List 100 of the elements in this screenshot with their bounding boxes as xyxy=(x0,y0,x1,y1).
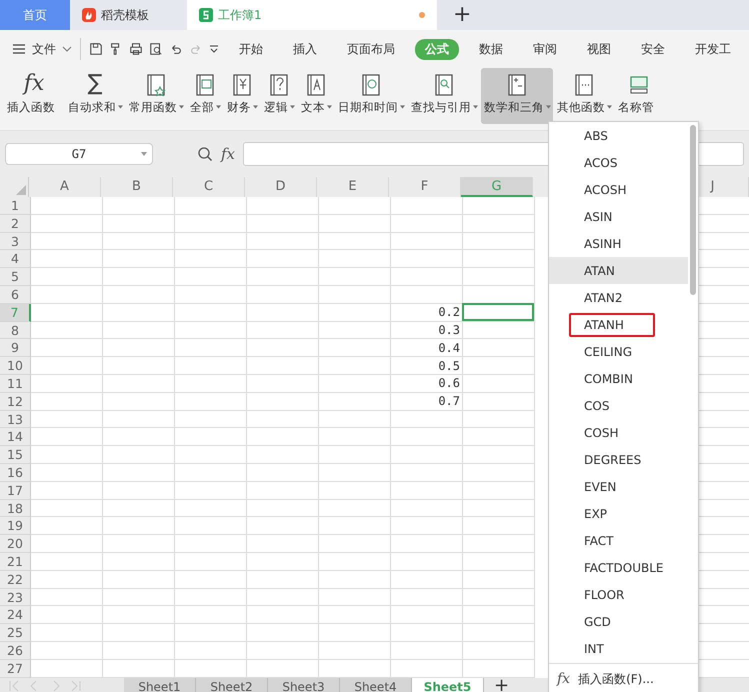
menu-item[interactable]: ATAN2 xyxy=(549,284,688,311)
preview-icon[interactable] xyxy=(149,42,163,56)
row-header[interactable]: 15 xyxy=(0,446,31,464)
sheet-tab[interactable]: Sheet1 xyxy=(124,678,196,692)
row-header[interactable]: 6 xyxy=(0,286,31,304)
search-icon[interactable] xyxy=(197,146,213,162)
menu-item[interactable]: DEGREES xyxy=(549,446,688,473)
menu-item[interactable]: ASINH xyxy=(549,230,688,257)
row-header[interactable]: 21 xyxy=(0,552,31,571)
row-header[interactable]: 23 xyxy=(0,588,31,606)
row-header[interactable]: 11 xyxy=(0,374,31,393)
menu-item[interactable]: EVEN xyxy=(549,473,688,500)
function-button[interactable]: 常用函数 xyxy=(126,68,186,124)
row-header[interactable]: 18 xyxy=(0,500,31,518)
menu-item[interactable]: INT xyxy=(549,635,688,662)
row-header[interactable]: 26 xyxy=(0,642,31,660)
ribbon-tab[interactable]: 开发工 xyxy=(685,38,741,60)
function-button[interactable]: 数学和三角 xyxy=(481,68,553,124)
menu-item[interactable]: COSH xyxy=(549,419,688,446)
table-cell xyxy=(31,286,103,304)
menu-item[interactable]: ASIN xyxy=(549,203,688,230)
menu-item[interactable]: fx 插入函数(F)... xyxy=(549,663,698,692)
row-header[interactable]: 22 xyxy=(0,570,31,589)
column-header[interactable]: B xyxy=(101,177,173,197)
row-header[interactable]: 20 xyxy=(0,535,31,553)
function-button[interactable]: 全部 xyxy=(187,68,223,124)
new-tab-button[interactable]: + xyxy=(437,0,488,30)
row-header[interactable]: 24 xyxy=(0,606,31,624)
table-cell xyxy=(103,606,175,624)
save-icon[interactable] xyxy=(89,42,103,56)
sheet-tab[interactable]: Sheet4 xyxy=(340,678,412,692)
row-header[interactable]: 8 xyxy=(0,322,31,340)
table-cell xyxy=(247,304,319,322)
function-button[interactable]: 财务 xyxy=(224,68,260,124)
undo-icon[interactable] xyxy=(169,42,183,56)
row-header[interactable]: 9 xyxy=(0,339,31,358)
row-header[interactable]: 17 xyxy=(0,482,31,500)
row-header[interactable]: 13 xyxy=(0,410,31,428)
function-button[interactable]: 查找与引用 xyxy=(408,68,480,124)
table-cell xyxy=(103,374,175,393)
chevron-down-icon[interactable] xyxy=(62,44,72,54)
function-button[interactable]: 名称管 xyxy=(615,68,663,124)
table-cell xyxy=(391,482,463,500)
table-cell xyxy=(463,197,535,215)
caret-icon[interactable] xyxy=(209,44,219,54)
ribbon-tab[interactable]: 数据 xyxy=(469,38,513,60)
row-header[interactable]: 10 xyxy=(0,357,31,375)
menu-item[interactable]: FLOOR xyxy=(549,581,688,608)
row-header[interactable]: 14 xyxy=(0,428,31,446)
function-button[interactable]: 其他函数 xyxy=(554,68,614,124)
name-box[interactable]: G7 xyxy=(5,143,153,165)
ribbon-tab[interactable]: 开始 xyxy=(229,38,273,60)
menu-item[interactable]: ATAN xyxy=(549,257,688,284)
table-cell xyxy=(31,500,103,518)
row-header[interactable]: 12 xyxy=(0,392,31,411)
ribbon-tab[interactable]: 页面布局 xyxy=(337,38,405,60)
table-cell xyxy=(103,286,175,304)
row-header[interactable]: 1 xyxy=(0,197,31,215)
ribbon-tab[interactable]: 插入 xyxy=(283,38,327,60)
menu-item[interactable]: COS xyxy=(549,392,688,419)
fx-label[interactable]: fx xyxy=(221,145,236,163)
row-header[interactable]: 25 xyxy=(0,624,31,642)
sheet-tab[interactable]: Sheet2 xyxy=(196,678,268,692)
menu-item[interactable]: FACTDOUBLE xyxy=(549,554,688,581)
column-header[interactable]: E xyxy=(317,177,389,197)
menu-icon[interactable] xyxy=(12,42,26,56)
function-button[interactable]: ∑ 自动求和 xyxy=(65,68,125,124)
ribbon-tab[interactable]: 审阅 xyxy=(523,38,567,60)
menu-item[interactable]: GCD xyxy=(549,608,688,635)
function-button[interactable]: 文本 xyxy=(298,68,334,124)
sheet-tab[interactable]: Sheet3 xyxy=(268,678,340,692)
scrollbar-thumb[interactable] xyxy=(690,125,696,295)
menu-item[interactable]: ACOS xyxy=(549,149,688,176)
add-sheet-button[interactable]: + xyxy=(484,678,520,692)
menu-item[interactable]: FACT xyxy=(549,527,688,554)
column-header[interactable]: D xyxy=(245,177,317,197)
row-header[interactable]: 16 xyxy=(0,464,31,482)
file-menu[interactable]: 文件 xyxy=(32,40,56,58)
table-cell xyxy=(319,374,391,393)
table-cell xyxy=(247,517,319,536)
row-header[interactable]: 27 xyxy=(0,660,31,678)
table-cell xyxy=(247,410,319,428)
row-header[interactable]: 3 xyxy=(0,232,31,250)
row-header[interactable]: 19 xyxy=(0,517,31,536)
column-header[interactable]: C xyxy=(173,177,245,197)
row-header[interactable]: 4 xyxy=(0,250,31,268)
function-button[interactable]: 逻辑 xyxy=(261,68,297,124)
menu-item[interactable]: EXP xyxy=(549,500,688,527)
function-button[interactable]: fx 插入函数 xyxy=(4,68,64,124)
menu-item[interactable]: CEILING xyxy=(549,338,688,365)
ribbon-tab[interactable]: 视图 xyxy=(577,38,621,60)
table-cell xyxy=(463,250,535,268)
menu-item[interactable]: ABS xyxy=(549,122,688,149)
table-cell xyxy=(391,214,463,233)
print-icon[interactable] xyxy=(129,42,143,56)
row-header[interactable]: 2 xyxy=(0,214,31,233)
ribbon-tab[interactable]: 安全 xyxy=(631,38,675,60)
row-header[interactable]: 5 xyxy=(0,268,31,286)
function-button[interactable]: 日期和时间 xyxy=(335,68,407,124)
menu-item[interactable]: COMBIN xyxy=(549,365,688,392)
